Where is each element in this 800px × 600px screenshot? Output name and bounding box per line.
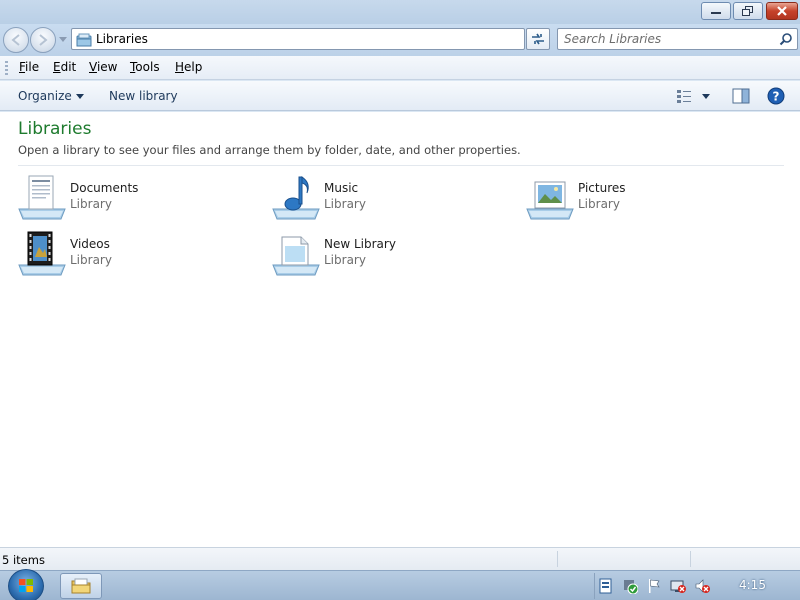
address-bar[interactable]: Libraries [71, 28, 591, 50]
svg-text:?: ? [773, 90, 780, 104]
menu-view-label: iew [96, 60, 118, 74]
library-type: Library [70, 253, 112, 267]
page-description: Open a library to see your files and arr… [18, 143, 521, 157]
search-icon[interactable] [779, 32, 793, 46]
new-library-icon [272, 236, 320, 276]
back-button[interactable] [3, 27, 29, 53]
menu-tools-label: ools [135, 60, 160, 74]
library-type: Library [70, 197, 112, 211]
library-name: Documents [70, 181, 139, 195]
volume-muted-icon[interactable] [694, 578, 710, 594]
menu-edit-label: dit [60, 60, 77, 74]
library-name: New Library [324, 237, 396, 251]
explorer-window: Libraries File Edit View Tools Help [0, 0, 800, 570]
library-videos[interactable]: Videos Library [17, 229, 247, 279]
refresh-button[interactable] [526, 28, 550, 50]
details-view-icon [677, 90, 691, 103]
notification-doc-icon[interactable] [598, 578, 614, 594]
library-name: Pictures [578, 181, 626, 195]
command-bar: Organize New library ? [0, 81, 800, 111]
library-type: Library [578, 197, 620, 211]
chevron-down-icon [702, 93, 710, 99]
change-view-button[interactable] [676, 88, 710, 104]
taskbar-explorer-button[interactable] [60, 573, 102, 599]
menu-file[interactable]: File [19, 60, 39, 74]
menu-bar: File Edit View Tools Help [0, 56, 800, 80]
menu-edit[interactable]: Edit [53, 60, 76, 74]
help-icon[interactable]: ? [767, 87, 785, 105]
divider [18, 165, 784, 166]
address-text: Libraries [96, 32, 148, 46]
clock[interactable]: 4:15 [739, 578, 766, 592]
refresh-icon [532, 33, 544, 45]
preview-pane-icon[interactable] [732, 88, 750, 104]
start-button[interactable] [8, 569, 44, 600]
documents-library-icon [18, 175, 66, 220]
new-library-button[interactable]: New library [109, 89, 178, 103]
windows-logo-icon [19, 579, 33, 592]
menu-file-label: ile [25, 60, 40, 74]
videos-library-icon [18, 231, 66, 276]
library-type: Library [324, 253, 366, 267]
menu-view-accel: V [89, 60, 97, 74]
library-type: Library [324, 197, 366, 211]
library-new-library[interactable]: New Library Library [271, 229, 501, 279]
search-box[interactable] [557, 28, 798, 50]
status-separator [690, 551, 691, 567]
library-pictures[interactable]: Pictures Library [525, 173, 755, 223]
menu-help-label: elp [184, 60, 203, 74]
music-library-icon [272, 176, 320, 220]
minimize-button[interactable] [701, 2, 731, 20]
item-count: 5 items [2, 553, 45, 567]
menu-edit-accel: E [53, 60, 61, 74]
folder-icon [71, 578, 91, 594]
navigation-bar: Libraries [0, 24, 800, 56]
back-arrow-icon [11, 34, 20, 46]
network-disconnected-icon[interactable] [670, 578, 686, 594]
libraries-icon [76, 33, 92, 47]
library-music[interactable]: Music Library [271, 173, 501, 223]
taskbar: 4:15 [0, 569, 800, 600]
menu-grip [5, 61, 8, 75]
chevron-down-icon [75, 93, 84, 99]
forward-button[interactable] [30, 27, 56, 53]
organize-label: Organize [18, 89, 72, 103]
search-input[interactable] [564, 31, 774, 47]
menu-help[interactable]: Help [175, 60, 202, 74]
status-separator [557, 551, 558, 567]
menu-help-accel: H [175, 60, 185, 74]
tray-divider [594, 573, 595, 599]
forward-arrow-icon [39, 34, 48, 46]
title-bar[interactable] [0, 0, 800, 24]
restore-button[interactable] [733, 2, 763, 20]
recent-pages-icon[interactable] [59, 37, 67, 43]
library-name: Music [324, 181, 359, 195]
pictures-library-icon [526, 181, 574, 220]
menu-view[interactable]: View [89, 60, 117, 74]
close-icon [777, 6, 787, 16]
content-pane: Libraries Open a library to see your fil… [0, 112, 800, 547]
library-documents[interactable]: Documents Library [17, 173, 247, 223]
minimize-icon [711, 12, 721, 14]
organize-button[interactable]: Organize [18, 89, 84, 103]
close-button[interactable] [766, 2, 798, 20]
restore-icon [742, 6, 753, 16]
action-center-flag-icon[interactable] [646, 578, 662, 594]
status-bar: 5 items [0, 547, 800, 570]
security-shield-icon[interactable] [622, 578, 638, 594]
menu-tools[interactable]: Tools [130, 60, 160, 74]
page-title: Libraries [18, 119, 92, 139]
library-name: Videos [70, 237, 110, 251]
